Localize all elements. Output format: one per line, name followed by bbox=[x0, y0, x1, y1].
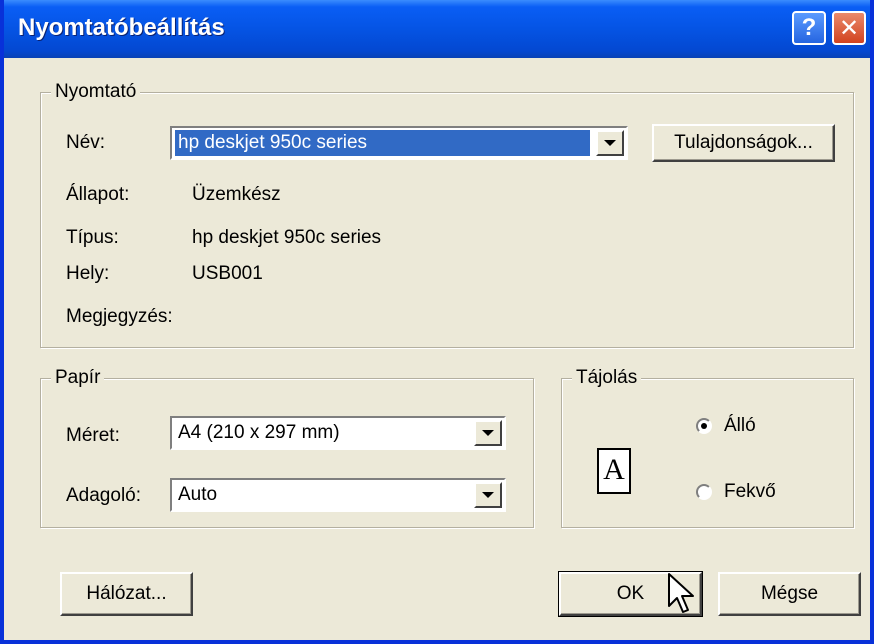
paper-group-title: Papír bbox=[51, 367, 105, 389]
portrait-label[interactable]: Álló bbox=[724, 415, 756, 437]
help-button[interactable]: ? bbox=[792, 11, 826, 45]
printer-name-dropdown-button[interactable] bbox=[596, 130, 624, 156]
mouse-pointer-icon bbox=[668, 573, 694, 613]
window-title: Nyomtatóbeállítás bbox=[18, 14, 225, 41]
chevron-down-icon bbox=[604, 140, 616, 146]
paper-source-label: Adagoló: bbox=[66, 485, 142, 506]
cancel-button[interactable]: Mégse bbox=[718, 572, 861, 616]
printer-name-value: hp deskjet 950c series bbox=[175, 130, 590, 156]
close-button[interactable]: ✕ bbox=[832, 11, 866, 45]
paper-size-label: Méret: bbox=[66, 425, 120, 446]
properties-button[interactable]: Tulajdonságok... bbox=[652, 124, 835, 162]
comment-label: Megjegyzés: bbox=[66, 306, 173, 327]
landscape-radio[interactable] bbox=[696, 484, 712, 500]
status-value: Üzemkész bbox=[192, 184, 281, 205]
printer-name-label: Név: bbox=[66, 132, 106, 153]
paper-size-dropdown-button[interactable] bbox=[474, 420, 502, 446]
print-setup-dialog: Nyomtatóbeállítás ? ✕ Nyomtató Név: hp d… bbox=[0, 0, 874, 644]
type-label: Típus: bbox=[66, 227, 119, 248]
portrait-page-icon: A bbox=[597, 448, 631, 494]
paper-source-dropdown-button[interactable] bbox=[474, 482, 502, 508]
chevron-down-icon bbox=[482, 492, 494, 498]
type-value: hp deskjet 950c series bbox=[192, 227, 382, 248]
printer-name-select[interactable]: hp deskjet 950c series bbox=[170, 126, 628, 160]
network-button[interactable]: Hálózat... bbox=[60, 572, 193, 616]
paper-size-select[interactable]: A4 (210 x 297 mm) bbox=[170, 416, 506, 450]
paper-size-value: A4 (210 x 297 mm) bbox=[178, 422, 340, 443]
orientation-group-title: Tájolás bbox=[572, 367, 642, 389]
location-label: Hely: bbox=[66, 263, 110, 284]
close-icon: ✕ bbox=[838, 14, 860, 42]
paper-source-value: Auto bbox=[178, 484, 218, 505]
title-bar[interactable]: Nyomtatóbeállítás ? ✕ bbox=[4, 0, 870, 58]
chevron-down-icon bbox=[482, 430, 494, 436]
printer-group-title: Nyomtató bbox=[51, 81, 141, 103]
portrait-radio[interactable] bbox=[696, 418, 712, 434]
help-icon: ? bbox=[801, 14, 817, 41]
location-value: USB001 bbox=[192, 263, 263, 284]
status-label: Állapot: bbox=[66, 184, 130, 205]
paper-source-select[interactable]: Auto bbox=[170, 478, 506, 512]
landscape-label[interactable]: Fekvő bbox=[724, 481, 776, 503]
